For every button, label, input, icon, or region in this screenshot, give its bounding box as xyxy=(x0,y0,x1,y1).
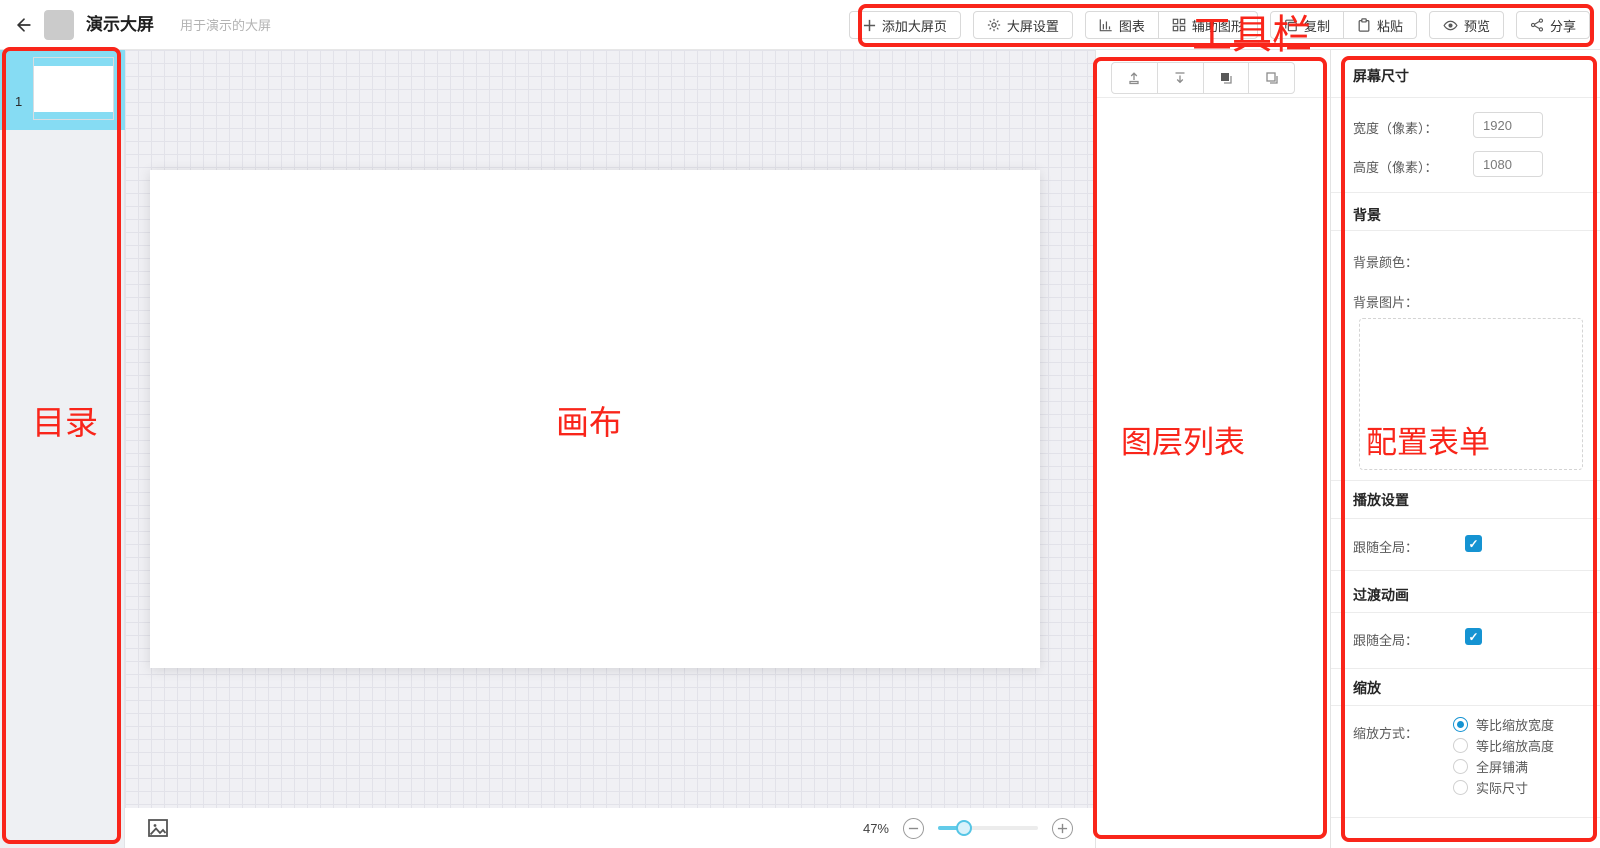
grid-shapes-icon xyxy=(1172,18,1186,32)
scale-option-fullscreen[interactable]: 全屏铺满 xyxy=(1453,756,1528,776)
aux-graphic-button[interactable]: 辅助图形 xyxy=(1158,12,1257,38)
share-icon xyxy=(1530,18,1544,32)
thumbnail-toggle-icon[interactable] xyxy=(145,815,171,841)
send-backward-icon[interactable] xyxy=(1248,63,1294,93)
section-scale: 缩放 xyxy=(1353,678,1381,698)
zoom-out-button[interactable] xyxy=(903,818,924,839)
clipboard-icon xyxy=(1357,18,1371,32)
background-color-label: 背景颜色： xyxy=(1353,252,1418,271)
divider xyxy=(1331,817,1600,818)
design-page-canvas[interactable] xyxy=(150,170,1040,668)
page-catalog-sidebar: 1 xyxy=(0,50,125,848)
section-play-settings: 播放设置 xyxy=(1353,490,1409,510)
radio-icon xyxy=(1453,780,1468,795)
zoom-controls: 47% xyxy=(863,818,1073,839)
page-list-item-selected[interactable]: 1 xyxy=(0,50,125,130)
layer-order-toolbar xyxy=(1111,62,1295,94)
copy-icon xyxy=(1284,18,1298,32)
zoom-slider-handle[interactable] xyxy=(956,820,972,836)
screen-settings-button[interactable]: 大屏设置 xyxy=(973,11,1073,39)
plus-icon xyxy=(1057,823,1068,834)
background-image-upload[interactable] xyxy=(1359,318,1583,470)
radio-selected-icon xyxy=(1453,717,1468,732)
scale-option-height[interactable]: 等比缩放高度 xyxy=(1453,735,1554,755)
zoom-slider[interactable] xyxy=(938,826,1038,830)
scale-mode-label: 缩放方式： xyxy=(1353,723,1418,742)
width-label: 宽度（像素）： xyxy=(1353,118,1438,137)
background-image-label: 背景图片： xyxy=(1353,292,1418,311)
eye-icon xyxy=(1443,18,1458,33)
scale-option-actual-size[interactable]: 实际尺寸 xyxy=(1453,777,1528,797)
clipboard-group: 复制 粘贴 xyxy=(1270,11,1417,39)
page-number: 1 xyxy=(15,94,22,109)
move-to-bottom-icon[interactable] xyxy=(1157,63,1203,93)
section-transition: 过渡动画 xyxy=(1353,585,1409,605)
copy-button[interactable]: 复制 xyxy=(1271,12,1343,38)
radio-icon xyxy=(1453,759,1468,774)
divider xyxy=(1331,518,1600,519)
divider xyxy=(1331,192,1600,193)
section-background: 背景 xyxy=(1353,205,1381,225)
divider xyxy=(1331,705,1600,706)
layer-panel-divider xyxy=(1096,97,1330,98)
play-follow-global-label: 跟随全局： xyxy=(1353,537,1418,556)
divider xyxy=(1331,480,1600,481)
page-thumbnail xyxy=(33,57,114,120)
canvas-area: 47% xyxy=(125,50,1095,848)
config-form-panel: 屏幕尺寸 宽度（像素）： 高度（像素）： 背景 背景颜色： 背景图片： 播放设置… xyxy=(1330,50,1600,848)
layer-list-panel xyxy=(1095,50,1330,848)
add-page-button[interactable]: 添加大屏页 xyxy=(849,11,961,39)
move-to-top-icon[interactable] xyxy=(1112,63,1157,93)
page-thumbnail-content xyxy=(34,66,113,112)
page-subtitle: 用于演示的大屏 xyxy=(180,0,271,50)
zoom-percentage: 47% xyxy=(863,821,889,836)
app-logo xyxy=(44,10,74,40)
play-follow-global-checkbox[interactable]: ✓ xyxy=(1465,535,1482,552)
gear-icon xyxy=(987,18,1001,32)
share-button[interactable]: 分享 xyxy=(1516,11,1590,39)
scale-option-width[interactable]: 等比缩放宽度 xyxy=(1453,714,1554,734)
divider xyxy=(1331,612,1600,613)
transition-follow-global-checkbox[interactable]: ✓ xyxy=(1465,628,1482,645)
radio-icon xyxy=(1453,738,1468,753)
height-input[interactable] xyxy=(1473,151,1543,177)
transition-follow-global-label: 跟随全局： xyxy=(1353,630,1418,649)
height-label: 高度（像素）： xyxy=(1353,157,1438,176)
section-screen-size: 屏幕尺寸 xyxy=(1353,66,1409,86)
preview-button[interactable]: 预览 xyxy=(1429,11,1504,39)
divider xyxy=(1331,230,1600,231)
paste-button[interactable]: 粘贴 xyxy=(1343,12,1416,38)
zoom-in-button[interactable] xyxy=(1052,818,1073,839)
bring-forward-icon[interactable] xyxy=(1203,63,1249,93)
image-icon xyxy=(146,816,170,840)
toolbar: 添加大屏页 大屏设置 图表 辅助图形 复制 粘贴 xyxy=(849,0,1590,50)
minus-icon xyxy=(908,823,919,834)
width-input[interactable] xyxy=(1473,112,1543,138)
divider xyxy=(1331,668,1600,669)
divider xyxy=(1331,97,1600,98)
back-icon[interactable] xyxy=(12,13,36,37)
canvas-bottom-bar: 47% xyxy=(125,808,1095,848)
page-title: 演示大屏 xyxy=(86,0,154,50)
bar-chart-icon xyxy=(1099,18,1113,32)
insert-group: 图表 辅助图形 xyxy=(1085,11,1258,39)
plus-icon xyxy=(863,19,876,32)
chart-button[interactable]: 图表 xyxy=(1086,12,1158,38)
header-bar: 演示大屏 用于演示的大屏 添加大屏页 大屏设置 图表 辅助图形 复制 xyxy=(0,0,1600,50)
divider xyxy=(1331,570,1600,571)
